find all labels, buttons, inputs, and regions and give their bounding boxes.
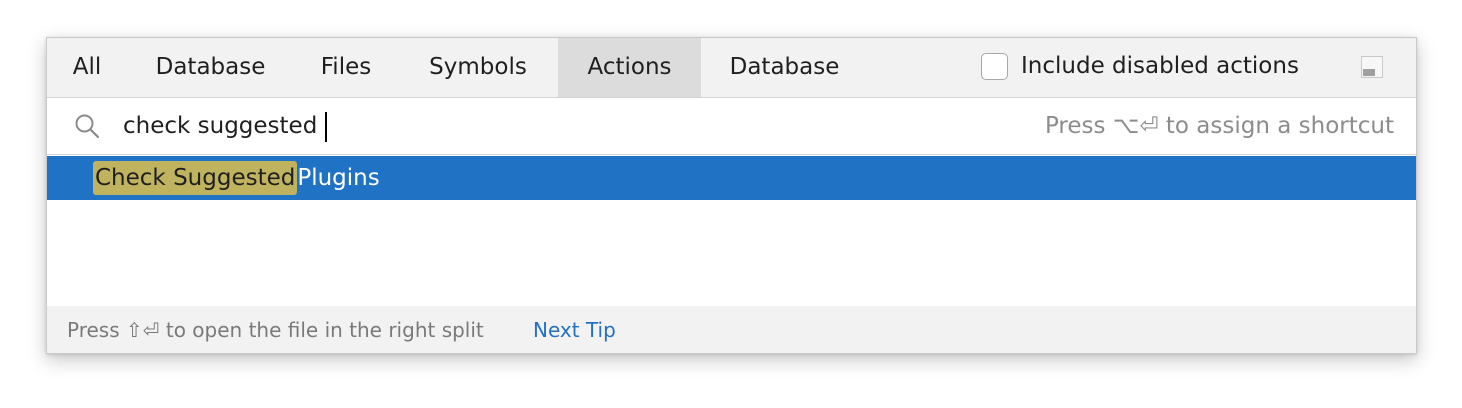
search-row: check suggested Press ⌥⏎ to assign a sho…	[47, 98, 1416, 155]
include-disabled-label: Include disabled actions	[1021, 53, 1299, 79]
next-tip-link[interactable]: Next Tip	[533, 316, 616, 344]
tab-actions[interactable]: Actions	[558, 38, 701, 97]
tab-files[interactable]: Files	[294, 38, 398, 97]
search-everywhere-popup: All Database Files Symbols Actions Datab…	[46, 37, 1417, 354]
tab-database-2[interactable]: Database	[701, 38, 868, 97]
text-caret	[325, 111, 328, 142]
match-highlight: Check Suggested	[93, 161, 298, 195]
assign-shortcut-hint: Press ⌥⏎ to assign a shortcut	[1044, 113, 1394, 139]
result-item-check-suggested-plugins[interactable]: Check SuggestedPlugins	[47, 156, 1416, 200]
pin-window-icon[interactable]	[1361, 56, 1383, 78]
result-item-rest: Plugins	[297, 165, 380, 191]
tabs-bar: All Database Files Symbols Actions Datab…	[47, 38, 1416, 98]
footer-hint: Press ⇧⏎ to open the file in the right s…	[67, 318, 484, 342]
footer-tip-bar: Press ⇧⏎ to open the file in the right s…	[47, 306, 1416, 353]
search-icon	[75, 114, 100, 139]
result-item-label: Check SuggestedPlugins	[93, 161, 380, 195]
search-input[interactable]: check suggested	[123, 110, 328, 142]
include-disabled-actions-toggle[interactable]: Include disabled actions	[981, 51, 1299, 81]
results-list: Check SuggestedPlugins	[47, 156, 1416, 306]
tab-symbols[interactable]: Symbols	[398, 38, 558, 97]
include-disabled-checkbox[interactable]	[981, 52, 1008, 80]
tab-database[interactable]: Database	[127, 38, 294, 97]
tab-all[interactable]: All	[47, 38, 127, 97]
search-input-value: check suggested	[123, 113, 318, 139]
